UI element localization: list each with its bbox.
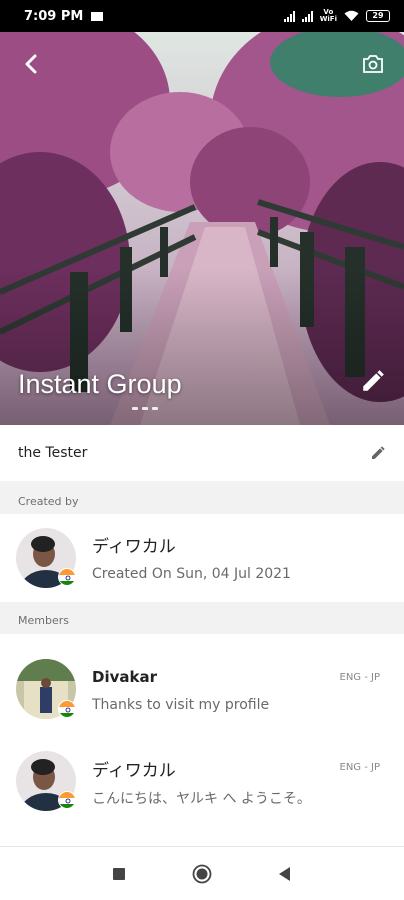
circle-home-icon[interactable]: [192, 864, 212, 884]
creator-name: ディワカル: [92, 537, 176, 557]
creator-card[interactable]: ディワカル Created On Sun, 04 Jul 2021: [0, 514, 404, 602]
member-status: こんにちは、ヤルキ へ ようこそ。: [92, 791, 311, 807]
group-name: Instant Group: [18, 369, 182, 399]
india-flag-icon: [58, 568, 76, 586]
signal-icon-2: [301, 10, 313, 22]
image-pager-indicator: [132, 407, 158, 410]
camera-icon[interactable]: [362, 54, 384, 74]
signal-icon: [283, 10, 295, 22]
edit-description-icon[interactable]: [370, 445, 386, 461]
members-label: Members: [18, 614, 69, 627]
status-time: 7:09 PM: [24, 8, 84, 24]
wifi-icon: [344, 10, 359, 21]
edit-group-name-icon[interactable]: [360, 368, 386, 394]
battery-icon: 29: [366, 10, 390, 22]
member-name: ディワカル: [92, 761, 176, 781]
members-list: Divakar Thanks to visit my profile ENG -…: [0, 634, 404, 846]
arrow-back-icon[interactable]: [20, 52, 44, 76]
member-name: Divakar: [92, 668, 157, 686]
status-bar: 7:09 PM Vo WiFi 29: [0, 0, 404, 32]
india-flag-icon: [58, 700, 76, 718]
group-cover: Instant Group: [0, 32, 404, 425]
member-language: ENG - JP: [339, 672, 381, 683]
group-description: the Tester: [18, 445, 88, 461]
status-icons: Vo WiFi 29: [283, 8, 390, 23]
volte-icon: Vo WiFi: [319, 8, 337, 23]
mail-icon: [91, 11, 104, 21]
created-on-date: Created On Sun, 04 Jul 2021: [92, 566, 291, 582]
group-description-row[interactable]: the Tester: [0, 425, 404, 481]
member-status: Thanks to visit my profile: [92, 697, 270, 713]
square-recents-icon[interactable]: [109, 864, 129, 884]
navigation-bar: [0, 846, 404, 900]
triangle-back-icon[interactable]: [275, 864, 295, 884]
member-language: ENG - JP: [339, 762, 381, 773]
india-flag-icon: [58, 791, 76, 809]
cover-photo: [0, 32, 404, 425]
created-by-label: Created by: [18, 495, 79, 508]
